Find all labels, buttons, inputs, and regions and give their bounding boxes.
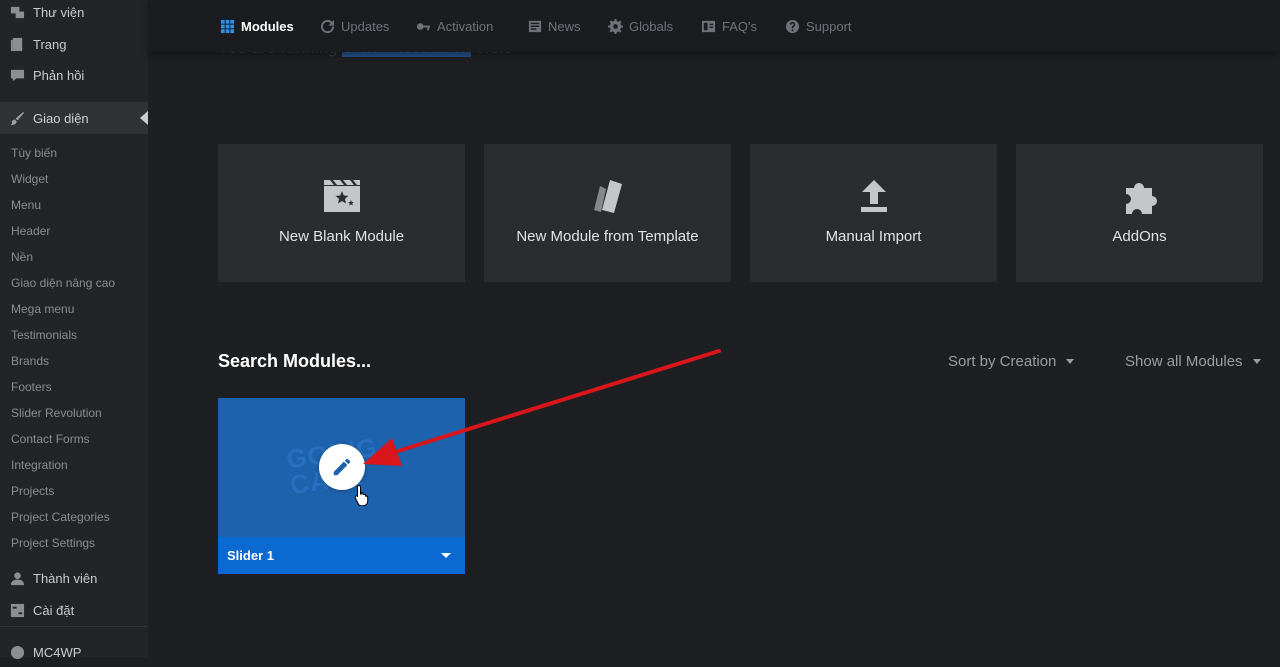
sort-label: Sort by Creation xyxy=(948,353,1057,370)
chevron-down-icon xyxy=(1066,359,1075,364)
card-label: AddOns xyxy=(1112,228,1167,245)
sidebar-item-pages[interactable]: Trang xyxy=(0,29,148,59)
plugin-top-nav: Modules Updates Activation News Globals … xyxy=(148,0,1280,52)
tab-label: Support xyxy=(806,18,852,34)
news-icon xyxy=(528,20,542,32)
grid-icon xyxy=(220,19,235,33)
tab-label: News xyxy=(548,18,581,34)
show-modules-dropdown[interactable]: Show all Modules xyxy=(1125,353,1261,370)
submenu-item[interactable]: Tùy biến xyxy=(0,140,148,166)
chevron-down-icon xyxy=(1252,359,1261,364)
pencil-icon xyxy=(333,458,351,476)
show-label: Show all Modules xyxy=(1125,353,1243,370)
sidebar-divider xyxy=(0,626,148,627)
mc4wp-icon xyxy=(9,644,25,660)
submenu-item[interactable]: Mega menu xyxy=(0,296,148,322)
card-label: Manual Import xyxy=(825,228,922,245)
annotation-arrow-icon xyxy=(363,349,721,466)
submenu-item[interactable]: Widget xyxy=(0,166,148,192)
module-name: Slider 1 xyxy=(227,548,274,563)
hand-cursor-icon xyxy=(354,484,369,506)
refresh-icon xyxy=(320,19,335,33)
sidebar-item-label: MC4WP xyxy=(33,644,82,660)
submenu-item[interactable]: Giao diện nâng cao xyxy=(0,270,148,296)
submenu-item[interactable]: Slider Revolution xyxy=(0,400,148,426)
tab-label: Globals xyxy=(629,18,674,34)
submenu-item[interactable]: Projects xyxy=(0,478,148,504)
tab-globals[interactable]: Globals xyxy=(608,0,673,52)
tab-modules[interactable]: Modules xyxy=(220,0,294,52)
clapperboard-icon xyxy=(322,176,362,216)
sort-dropdown[interactable]: Sort by Creation xyxy=(948,353,1075,370)
tab-updates[interactable]: Updates xyxy=(320,0,389,52)
submenu-item[interactable]: Header xyxy=(0,218,148,244)
card-label: New Module from Template xyxy=(516,228,699,245)
submenu-item[interactable]: Testimonials xyxy=(0,322,148,348)
tab-news[interactable]: News xyxy=(527,0,581,52)
admin-sidebar: Thư viện Trang Phản hồi Giao diện Tùy bi… xyxy=(0,0,148,660)
tab-label: Modules xyxy=(241,18,294,34)
tab-faqs[interactable]: FAQ's xyxy=(701,0,757,52)
key-icon xyxy=(416,22,431,30)
manual-import-card[interactable]: Manual Import xyxy=(750,144,997,282)
sidebar-item-label: Trang xyxy=(33,36,67,52)
settings-icon xyxy=(9,602,25,618)
tab-activation[interactable]: Activation xyxy=(416,0,493,52)
sidebar-item-media[interactable]: Thư viện xyxy=(0,0,148,27)
faq-icon xyxy=(701,20,716,32)
comment-icon xyxy=(9,67,25,83)
module-title-bar[interactable]: Slider 1 xyxy=(218,537,465,574)
brush-icon xyxy=(9,110,25,126)
submenu-item[interactable]: Footers xyxy=(0,374,148,400)
submenu-item[interactable]: Nền xyxy=(0,244,148,270)
submenu-item[interactable]: Project Settings xyxy=(0,530,148,556)
sidebar-item-label: Phản hồi xyxy=(33,67,85,83)
gear-icon xyxy=(608,18,623,34)
sidebar-item-label: Thành viên xyxy=(33,570,98,586)
sidebar-item-comments[interactable]: Phản hồi xyxy=(0,60,148,90)
active-caret xyxy=(140,111,148,125)
page-icon xyxy=(9,36,25,52)
sidebar-item-settings[interactable]: Cài đặt xyxy=(0,595,148,625)
tab-label: FAQ's xyxy=(722,18,757,34)
card-label: New Blank Module xyxy=(278,228,405,245)
module-thumbnail[interactable]: GOINGCALL xyxy=(218,398,465,537)
media-icon xyxy=(9,4,25,20)
addons-card[interactable]: AddOns xyxy=(1016,144,1263,282)
module-options-chevron-icon[interactable] xyxy=(441,553,451,558)
sidebar-item-label: Giao diện xyxy=(33,110,89,126)
submenu-item[interactable]: Integration xyxy=(0,452,148,478)
puzzle-icon xyxy=(1120,176,1160,216)
template-cards-icon xyxy=(588,176,628,216)
submenu-item[interactable]: Menu xyxy=(0,192,148,218)
upload-icon xyxy=(854,176,894,216)
sidebar-item-label: Cài đặt xyxy=(33,602,75,618)
tab-label: Updates xyxy=(341,18,390,34)
new-blank-module-card[interactable]: New Blank Module xyxy=(218,144,465,282)
sidebar-item-users[interactable]: Thành viên xyxy=(0,563,148,593)
user-icon xyxy=(9,570,25,586)
submenu-item[interactable]: Contact Forms xyxy=(0,426,148,452)
sidebar-item-appearance[interactable]: Giao diện xyxy=(0,102,148,134)
tab-label: Activation xyxy=(437,18,494,34)
help-icon xyxy=(785,19,800,33)
appearance-submenu: Tùy biến Widget Menu Header Nền Giao diệ… xyxy=(0,140,148,556)
sidebar-item-mc4wp[interactable]: MC4WP xyxy=(0,637,148,667)
submenu-item[interactable]: Brands xyxy=(0,348,148,374)
submenu-item[interactable]: Project Categories xyxy=(0,504,148,530)
new-module-from-template-card[interactable]: New Module from Template xyxy=(484,144,731,282)
module-tile[interactable]: GOINGCALL Slider 1 xyxy=(218,398,465,574)
search-modules-input[interactable]: Search Modules... xyxy=(218,351,371,372)
sidebar-item-label: Thư viện xyxy=(33,4,85,20)
tab-support[interactable]: Support xyxy=(785,0,852,52)
